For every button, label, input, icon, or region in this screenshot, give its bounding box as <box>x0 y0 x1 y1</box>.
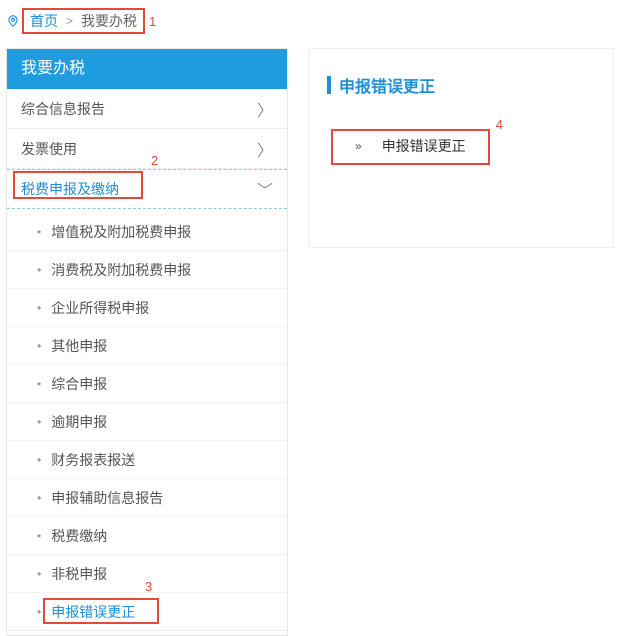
sidebar-subitem-label: 企业所得税申报 <box>51 298 149 318</box>
sidebar-subitem-label: 非税申报 <box>51 564 107 584</box>
sidebar-subitem[interactable]: • 逾期申报 <box>7 403 287 441</box>
bullet-icon: • <box>37 225 41 239</box>
sidebar-subitem[interactable]: • 税费缴纳 <box>7 517 287 555</box>
chevron-right-icon: 〉 <box>257 97 273 121</box>
sidebar-subitem-label: 增值税及附加税费申报 <box>51 222 191 242</box>
main-link-label: 申报错误更正 <box>382 136 466 156</box>
chevron-right-icon: 〉 <box>257 137 273 161</box>
breadcrumb: 首页 > 我要办税 1 <box>0 0 620 40</box>
bullet-icon: • <box>37 415 41 429</box>
main-panel: 申报错误更正 » 申报错误更正 4 <box>308 48 614 248</box>
sidebar-subitem[interactable]: • 增值税及附加税费申报 <box>7 213 287 251</box>
bullet-icon: • <box>37 529 41 543</box>
bullet-icon: • <box>37 605 41 619</box>
chevron-right-icon: > <box>66 14 73 28</box>
sidebar-subitem-label: 申报辅助信息报告 <box>51 488 163 508</box>
sidebar-item-info-report[interactable]: 综合信息报告 〉 <box>7 89 287 129</box>
sidebar-item-label: 税费申报及缴纳 <box>21 179 119 199</box>
sidebar-subitem[interactable]: • 申报辅助信息报告 <box>7 479 287 517</box>
bullet-icon: • <box>37 263 41 277</box>
sidebar-subitem[interactable]: • 企业所得税申报 <box>7 289 287 327</box>
annotation-3: 3 <box>145 579 152 594</box>
sidebar-item-invoice[interactable]: 发票使用 〉 <box>7 129 287 169</box>
sidebar-item-label: 发票使用 <box>21 139 77 159</box>
bullet-icon: • <box>37 339 41 353</box>
breadcrumb-current: 我要办税 <box>81 11 137 31</box>
sidebar-title: 我要办税 <box>7 49 287 89</box>
double-chevron-icon: » <box>355 139 362 153</box>
annotation-2: 2 <box>151 153 158 168</box>
bullet-icon: • <box>37 301 41 315</box>
annotation-4: 4 <box>496 117 503 132</box>
breadcrumb-home-link[interactable]: 首页 <box>30 11 58 31</box>
sidebar-subitem[interactable]: • 消费税及附加税费申报 <box>7 251 287 289</box>
sidebar-subitem[interactable]: • 财务报表报送 <box>7 441 287 479</box>
location-pin-icon <box>6 13 20 29</box>
breadcrumb-highlight-box: 首页 > 我要办税 <box>22 8 145 34</box>
main-link-correction[interactable]: » 申报错误更正 <box>331 129 490 165</box>
bullet-icon: • <box>37 377 41 391</box>
sidebar-item-label: 综合信息报告 <box>21 99 105 119</box>
sidebar-subitem[interactable]: • 综合申报 <box>7 365 287 403</box>
sidebar-subitem-label: 申报错误更正 <box>51 602 135 622</box>
annotation-1: 1 <box>149 14 156 29</box>
sidebar-subitem-label: 消费税及附加税费申报 <box>51 260 191 280</box>
main-heading-text: 申报错误更正 <box>339 73 435 97</box>
chevron-down-icon: ﹀ <box>257 177 273 201</box>
sidebar-subitem-label: 逾期申报 <box>51 412 107 432</box>
sidebar-sublist: • 增值税及附加税费申报 • 消费税及附加税费申报 • 企业所得税申报 • 其他申报 •… <box>7 209 287 635</box>
sidebar-item-tax-declare[interactable]: 税费申报及缴纳 ﹀ <box>7 169 287 209</box>
sidebar-subitem-label: 综合申报 <box>51 374 107 394</box>
sidebar-subitem-label: 其他申报 <box>51 336 107 356</box>
main-heading: 申报错误更正 <box>327 73 595 97</box>
sidebar-subitem[interactable]: • 其他申报 <box>7 327 287 365</box>
sidebar-subitem-label: 税费缴纳 <box>51 526 107 546</box>
sidebar: 我要办税 综合信息报告 〉 发票使用 〉 税费申报及缴纳 ﹀ 2 • 增值税及附加… <box>6 48 288 636</box>
heading-bar-icon <box>327 76 331 94</box>
bullet-icon: • <box>37 453 41 467</box>
bullet-icon: • <box>37 567 41 581</box>
sidebar-subitem-label: 财务报表报送 <box>51 450 135 470</box>
bullet-icon: • <box>37 491 41 505</box>
sidebar-subitem-correction[interactable]: • 申报错误更正 3 <box>7 593 287 631</box>
